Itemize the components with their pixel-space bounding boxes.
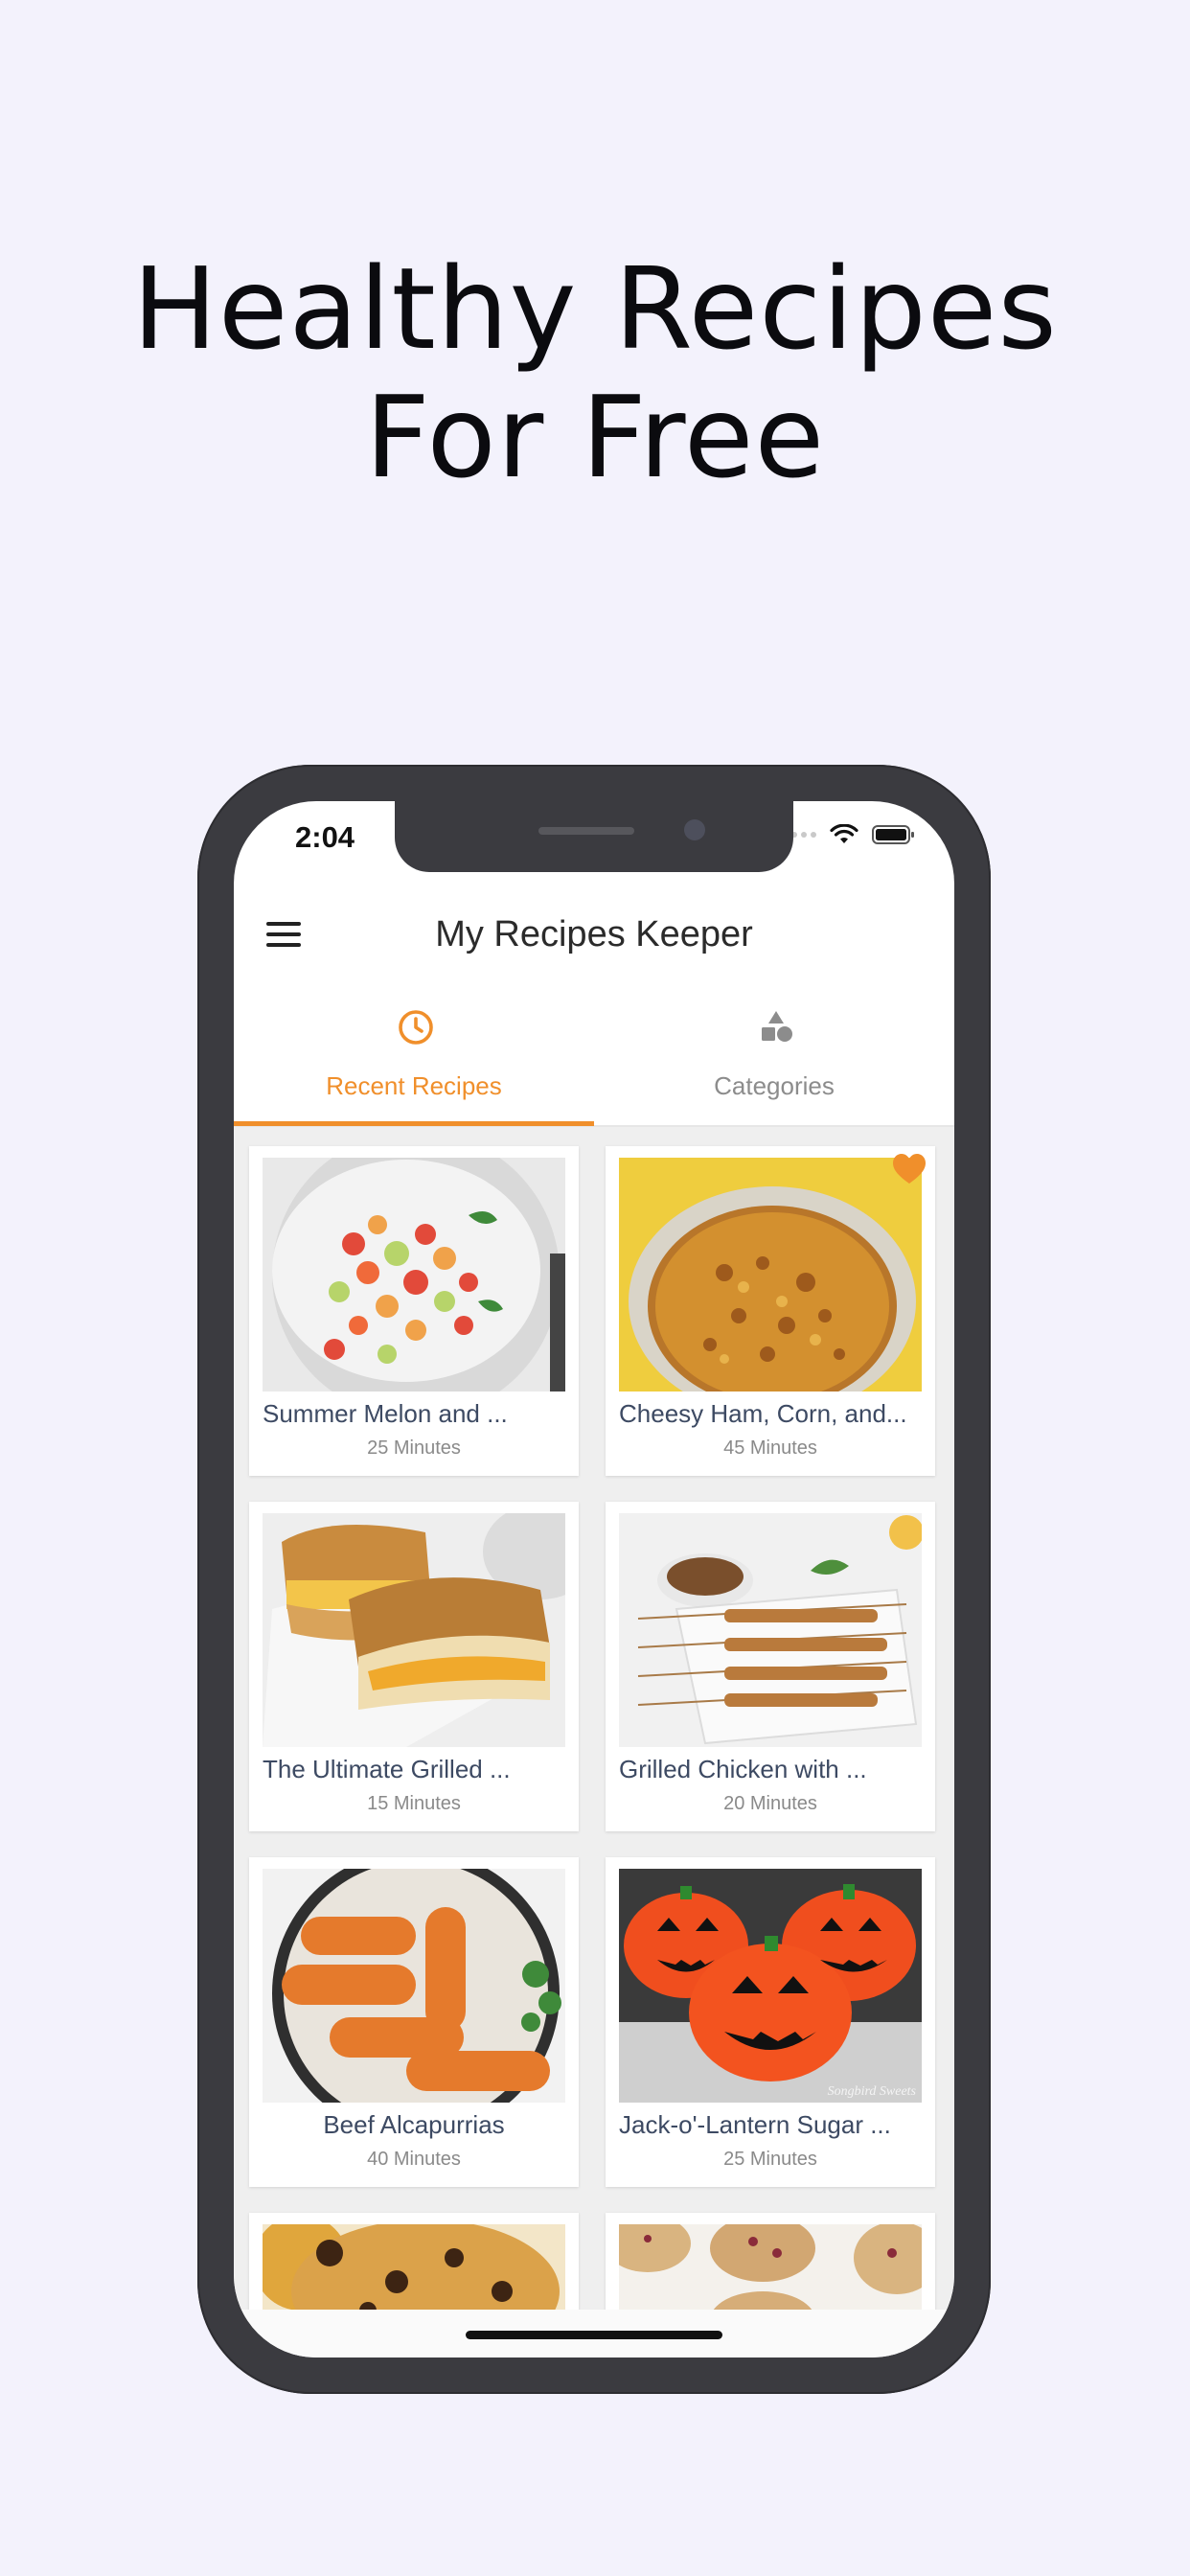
recipe-time: 15 Minutes [367,1793,461,1814]
tab-categories-label: Categories [714,1071,835,1100]
tab-recent-recipes[interactable]: Recent Recipes [234,985,594,1126]
recipe-photo [263,1513,565,1747]
tab-categories[interactable]: Categories [594,985,954,1125]
recipe-card[interactable]: Grilled Chicken with ... 20 Minutes [606,1502,935,1831]
photo-watermark: Songbird Sweets [828,2084,917,2099]
recipe-name: Summer Melon and ... [263,1399,508,1428]
recipe-photo [619,1513,922,1747]
headline: Healthy Recipes For Free [0,244,1190,501]
recipe-time: 45 Minutes [723,1438,817,1459]
tab-recent-recipes-label: Recent Recipes [326,1071,502,1100]
app-title: My Recipes Keeper [435,914,753,954]
recipe-time: 20 Minutes [723,1793,817,1814]
battery-icon [872,825,914,844]
recipe-card[interactable]: The Ultimate Grilled ... 15 Minutes [249,1502,579,1831]
status-time: 2:04 [295,820,355,854]
recipe-time: 25 Minutes [367,1438,461,1459]
recipe-card[interactable]: Summer Melon and ... 25 Minutes [249,1146,579,1476]
recipe-card[interactable]: Songbird Sweets Jack-o'-Lantern Sugar ..… [606,1857,935,2187]
recipe-name: The Ultimate Grilled ... [263,1755,511,1783]
recipe-name: Grilled Chicken with ... [619,1755,867,1783]
recipe-name: Cheesy Ham, Corn, and... [619,1399,907,1428]
clock-icon [399,1010,433,1045]
recipe-card[interactable] [249,2213,579,2310]
recipe-photo [619,2224,922,2310]
home-bar-zone [234,2310,954,2358]
recipe-photo: Songbird Sweets [619,1869,922,2103]
tab-bar: Recent Recipes Categories [234,985,954,1127]
wifi-icon [830,824,858,843]
phone-frame: 2:04 My Recipes Keeper Recent Recipes Ca… [197,765,991,2394]
recipe-name: Beef Alcapurrias [323,2110,505,2139]
phone-screen: 2:04 My Recipes Keeper Recent Recipes Ca… [234,801,954,2358]
recipe-card[interactable]: Cheesy Ham, Corn, and... 45 Minutes [606,1146,935,1476]
recipe-photo [619,1158,922,1392]
recipe-card[interactable] [606,2213,935,2310]
recipe-card[interactable]: Beef Alcapurrias 40 Minutes [249,1857,579,2187]
app-bar: My Recipes Keeper [234,893,954,985]
recipe-grid: Summer Melon and ... 25 Minutes Cheesy H… [234,1127,954,2310]
home-indicator[interactable] [466,2331,722,2339]
recipe-time: 25 Minutes [723,2149,817,2170]
headline-line-1: Healthy Recipes [132,242,1058,375]
recipe-name: Jack-o'-Lantern Sugar ... [619,2110,891,2139]
headline-line-2: For Free [364,371,826,503]
recipe-photo [263,2224,565,2310]
favorite-heart-icon[interactable] [891,1152,927,1186]
shapes-icon [762,1011,792,1042]
recipe-photo [263,1158,565,1392]
recipe-photo [263,1869,565,2103]
active-tab-indicator [234,1121,594,1126]
notch [395,801,793,872]
recipe-time: 40 Minutes [367,2149,461,2170]
status-icons [782,824,916,845]
front-camera [684,819,705,840]
speaker [538,827,634,835]
